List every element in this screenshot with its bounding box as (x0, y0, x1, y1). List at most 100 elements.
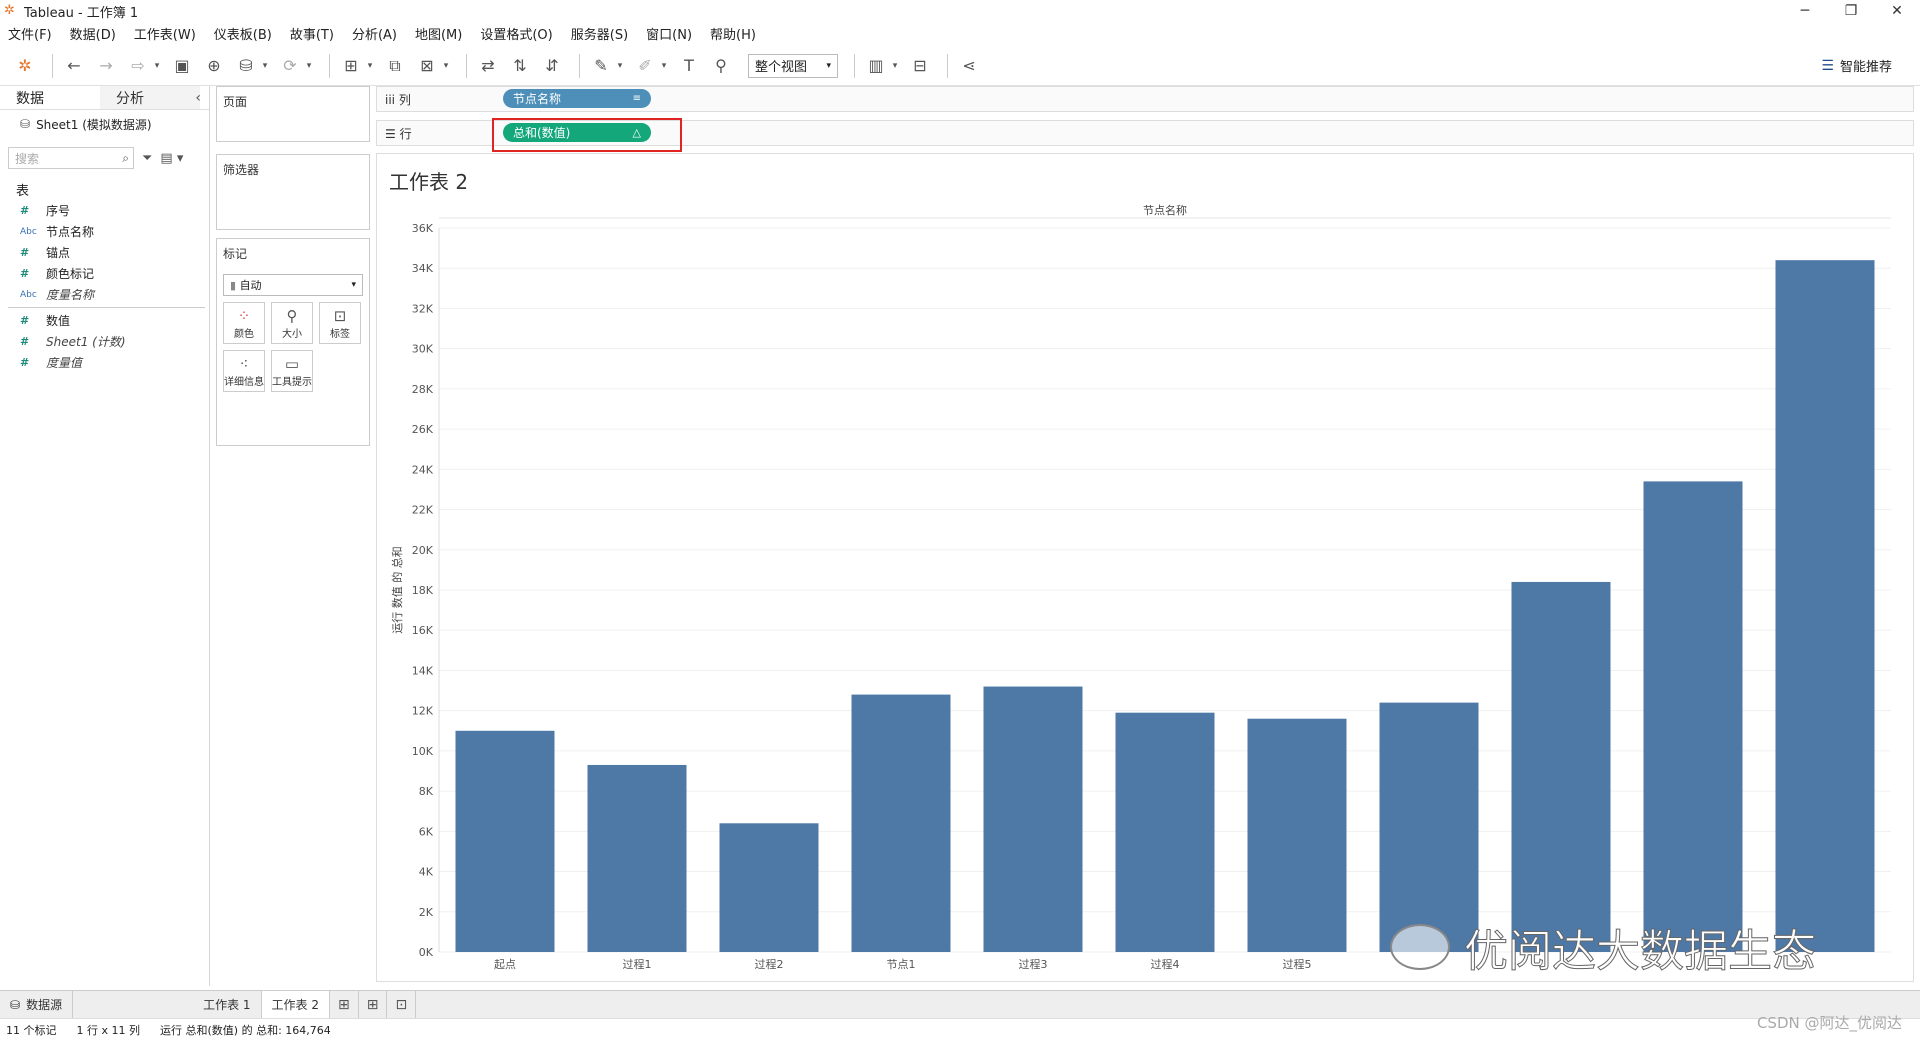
mark-type-select[interactable]: ▮ 自动 ▾ (223, 274, 363, 296)
tab-sheet-2[interactable]: 工作表 2 (261, 990, 330, 1019)
filters-card[interactable]: 筛选器 (216, 154, 370, 230)
share-icon[interactable]: ⋖ (956, 53, 982, 79)
new-story-icon[interactable]: ⊡ (387, 990, 417, 1019)
restore-button[interactable]: ❐ (1828, 0, 1874, 22)
close-button[interactable]: ✕ (1874, 0, 1920, 22)
group-dropdown-icon[interactable]: ▾ (658, 53, 670, 79)
x-tick-label: 节点1 (887, 958, 916, 971)
cards-pane: 页面 筛选器 标记 ▮ 自动 ▾ ⁘ 颜色 ⚲ 大小 ⊡ 标签 ⁖ 详细信息 ▭ 工具提示 (210, 86, 372, 986)
new-worksheet-dropdown-icon[interactable]: ▾ (364, 53, 376, 79)
view-fit-select[interactable]: 整个视图 ▾ (748, 53, 838, 78)
menu-data[interactable]: 数据(D) (70, 24, 116, 43)
menu-server[interactable]: 服务器(S) (571, 24, 628, 43)
refresh-dropdown-icon[interactable]: ▾ (303, 53, 315, 79)
swap-icon[interactable]: ⇄ (475, 53, 501, 79)
show-cards-icon[interactable]: ▥ (863, 53, 889, 79)
x-tick-label: 过程4 (1151, 958, 1180, 971)
x-tick-label: 过程2 (755, 958, 784, 971)
bar (719, 823, 819, 952)
x-tick-label: 过程3 (1019, 958, 1048, 971)
pages-card[interactable]: 页面 (216, 86, 370, 142)
field-item[interactable]: Abc 度量名称 (0, 284, 209, 305)
y-tick-label: 6K (419, 825, 434, 838)
clear-dropdown-icon[interactable]: ▾ (440, 53, 452, 79)
menu-dashboard[interactable]: 仪表板(B) (214, 24, 272, 43)
menu-analysis[interactable]: 分析(A) (352, 24, 397, 43)
filter-icon[interactable]: ⏷ (142, 151, 152, 166)
view-options-icon[interactable]: ▤ ▾ (160, 151, 183, 166)
menu-help[interactable]: 帮助(H) (710, 24, 756, 43)
data-pane: 数据 分析 ‹ ⛁ Sheet1 (模拟数据源) 搜索 ⌕ ⏷ ▤ ▾ 表 # 序… (0, 86, 210, 986)
pin-icon[interactable]: ⚲ (708, 53, 734, 79)
field-item[interactable]: # 数值 (0, 310, 209, 331)
replay-dropdown-icon[interactable]: ▾ (151, 53, 163, 79)
show-cards-dropdown-icon[interactable]: ▾ (889, 53, 901, 79)
datasource-icon[interactable]: ⛁ (233, 53, 259, 79)
tableau-home-icon[interactable]: ✲ (12, 53, 38, 79)
refresh-icon[interactable]: ⟳ (277, 53, 303, 79)
tab-sheet-1[interactable]: 工作表 1 (193, 990, 262, 1019)
field-item[interactable]: # 颜色标记 (0, 263, 209, 284)
y-tick-label: 14K (412, 664, 434, 677)
field-item[interactable]: # Sheet1 (计数) (0, 331, 209, 352)
minimize-button[interactable]: ─ (1782, 0, 1828, 22)
tab-analysis[interactable]: 分析 (100, 86, 200, 109)
group-icon[interactable]: ✐ (632, 53, 658, 79)
tooltip-icon: ▭ (284, 354, 300, 373)
sort-asc-icon[interactable]: ⇅ (507, 53, 533, 79)
new-worksheet-icon[interactable]: ⊞ (338, 53, 364, 79)
chevron-down-icon: ▾ (826, 60, 831, 71)
menu-window[interactable]: 窗口(N) (646, 24, 692, 43)
measure-type-icon: # (20, 356, 30, 369)
new-worksheet-icon[interactable]: ⊞ (330, 990, 359, 1019)
wechat-icon (1390, 924, 1450, 970)
redo-icon[interactable]: → (93, 53, 119, 79)
collapse-icon[interactable]: ‹ (195, 90, 201, 106)
show-me-button[interactable]: ☰ 智能推荐 (1821, 56, 1892, 76)
tooltip-button[interactable]: ▭ 工具提示 (271, 350, 313, 392)
duplicate-icon[interactable]: ⧉ (382, 53, 408, 79)
highlight-icon[interactable]: ✎ (588, 53, 614, 79)
menu-format[interactable]: 设置格式(O) (480, 24, 552, 43)
y-tick-label: 18K (412, 584, 434, 597)
measure-type-icon: # (20, 314, 30, 327)
window-title: Tableau - 工作簿 1 (24, 5, 139, 21)
label-icon[interactable]: T (676, 53, 702, 79)
new-datasource-icon[interactable]: ⊕ (201, 53, 227, 79)
clear-sheet-icon[interactable]: ⊠ (414, 53, 440, 79)
columns-pill[interactable]: 节点名称 ≡ (503, 89, 651, 108)
view-fit-value: 整个视图 (755, 60, 808, 75)
datasource-item[interactable]: ⛁ Sheet1 (模拟数据源) (0, 110, 209, 138)
menu-file[interactable]: 文件(F) (8, 24, 52, 43)
title-bar: ✲ Tableau - 工作簿 1 ─ ❐ ✕ (0, 0, 1920, 22)
search-input[interactable]: 搜索 ⌕ (8, 147, 134, 169)
field-item[interactable]: # 锚点 (0, 242, 209, 263)
menu-worksheet[interactable]: 工作表(W) (134, 24, 196, 43)
size-button[interactable]: ⚲ 大小 (271, 302, 313, 344)
save-icon[interactable]: ▣ (169, 53, 195, 79)
tab-datasource[interactable]: ⛁ 数据源 (0, 990, 74, 1019)
undo-icon[interactable]: ← (61, 53, 87, 79)
presentation-icon[interactable]: ⊟ (907, 53, 933, 79)
field-item[interactable]: Abc 节点名称 (0, 221, 209, 242)
menu-story[interactable]: 故事(T) (290, 24, 334, 43)
replay-icon[interactable]: ⇨ (125, 53, 151, 79)
label-button[interactable]: ⊡ 标签 (319, 302, 361, 344)
field-item[interactable]: # 度量值 (0, 352, 209, 373)
datasource-label: Sheet1 (模拟数据源) (36, 117, 152, 132)
detail-button[interactable]: ⁖ 详细信息 (223, 350, 265, 392)
measure-type-icon: # (20, 204, 30, 217)
tab-data[interactable]: 数据 (0, 86, 100, 109)
field-item[interactable]: # 序号 (0, 200, 209, 221)
new-dashboard-icon[interactable]: ⊞ (359, 990, 388, 1019)
y-tick-label: 26K (412, 423, 434, 436)
x-tick-label: 起点 (494, 958, 516, 971)
tableau-logo-icon: ✲ (4, 3, 15, 18)
menu-map[interactable]: 地图(M) (415, 24, 462, 43)
color-button[interactable]: ⁘ 颜色 (223, 302, 265, 344)
highlight-dropdown-icon[interactable]: ▾ (614, 53, 626, 79)
datasource-icon: ⛁ (20, 117, 31, 131)
datasource-dropdown-icon[interactable]: ▾ (259, 53, 271, 79)
sort-desc-icon[interactable]: ⇵ (539, 53, 565, 79)
x-tick-label: 过程1 (623, 958, 652, 971)
